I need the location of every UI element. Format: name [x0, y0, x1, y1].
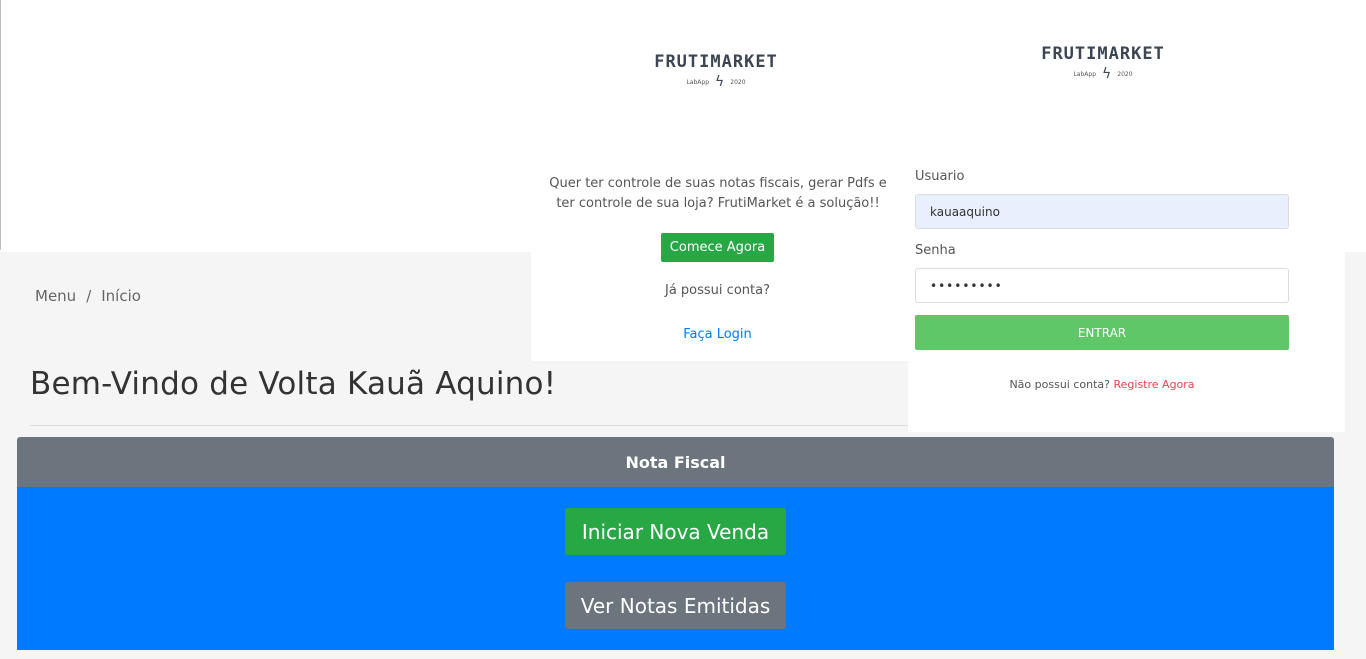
have-account-text: Já possui conta?	[665, 283, 770, 298]
lightning-icon: ϟ	[1102, 66, 1112, 82]
logo-sub-left: LabApp	[686, 78, 710, 86]
logo-subtitle: LabApp ϟ 2020	[641, 74, 791, 90]
login-submit-button[interactable]: ENTRAR	[915, 315, 1289, 350]
breadcrumb-current: Início	[101, 287, 141, 305]
card-header: Nota Fiscal	[17, 437, 1334, 487]
window-edge	[0, 0, 1, 250]
breadcrumb-menu[interactable]: Menu	[35, 287, 76, 305]
page-title: Bem-Vindo de Volta Kauã Aquino!	[30, 366, 557, 402]
logo-text: FRUTIMARKET	[1041, 44, 1165, 64]
register-link[interactable]: Registre Agora	[1114, 378, 1195, 391]
no-account-text: Não possui conta?	[1009, 378, 1110, 391]
landing-description: Quer ter controle de suas notas fiscais,…	[549, 176, 887, 211]
logo-text: FRUTIMARKET	[654, 52, 778, 72]
logo-sub-right: 2020	[1117, 70, 1133, 78]
start-now-button[interactable]: Comece Agora	[661, 233, 774, 262]
view-invoices-button[interactable]: Ver Notas Emitidas	[565, 582, 786, 629]
logo-sub-left: LabApp	[1073, 70, 1097, 78]
login-panel: FRUTIMARKET LabApp ϟ 2020 Usuario kauaaq…	[908, 0, 1345, 432]
password-input[interactable]: •••••••••	[915, 268, 1289, 303]
username-label: Usuario	[915, 169, 965, 184]
divider	[30, 425, 908, 426]
register-prompt: Não possui conta? Registre Agora	[915, 378, 1289, 391]
username-input[interactable]: kauaaquino	[915, 194, 1289, 229]
frutimarket-logo: FRUTIMARKET LabApp ϟ 2020	[641, 52, 791, 90]
logo-sub-right: 2020	[730, 78, 746, 86]
password-label: Senha	[915, 243, 956, 258]
breadcrumb-separator: /	[86, 287, 92, 305]
login-link[interactable]: Faça Login	[531, 327, 904, 342]
landing-panel: FRUTIMARKET LabApp ϟ 2020 Quer ter contr…	[531, 0, 908, 361]
new-sale-button[interactable]: Iniciar Nova Venda	[565, 508, 786, 555]
card-body: Iniciar Nova Venda Ver Notas Emitidas	[17, 487, 1334, 650]
lightning-icon: ϟ	[715, 74, 725, 90]
logo-subtitle: LabApp ϟ 2020	[1028, 66, 1178, 82]
frutimarket-logo: FRUTIMARKET LabApp ϟ 2020	[1028, 44, 1178, 82]
breadcrumb: Menu / Início	[35, 287, 141, 305]
nota-fiscal-card: Nota Fiscal Iniciar Nova Venda Ver Notas…	[17, 437, 1334, 650]
